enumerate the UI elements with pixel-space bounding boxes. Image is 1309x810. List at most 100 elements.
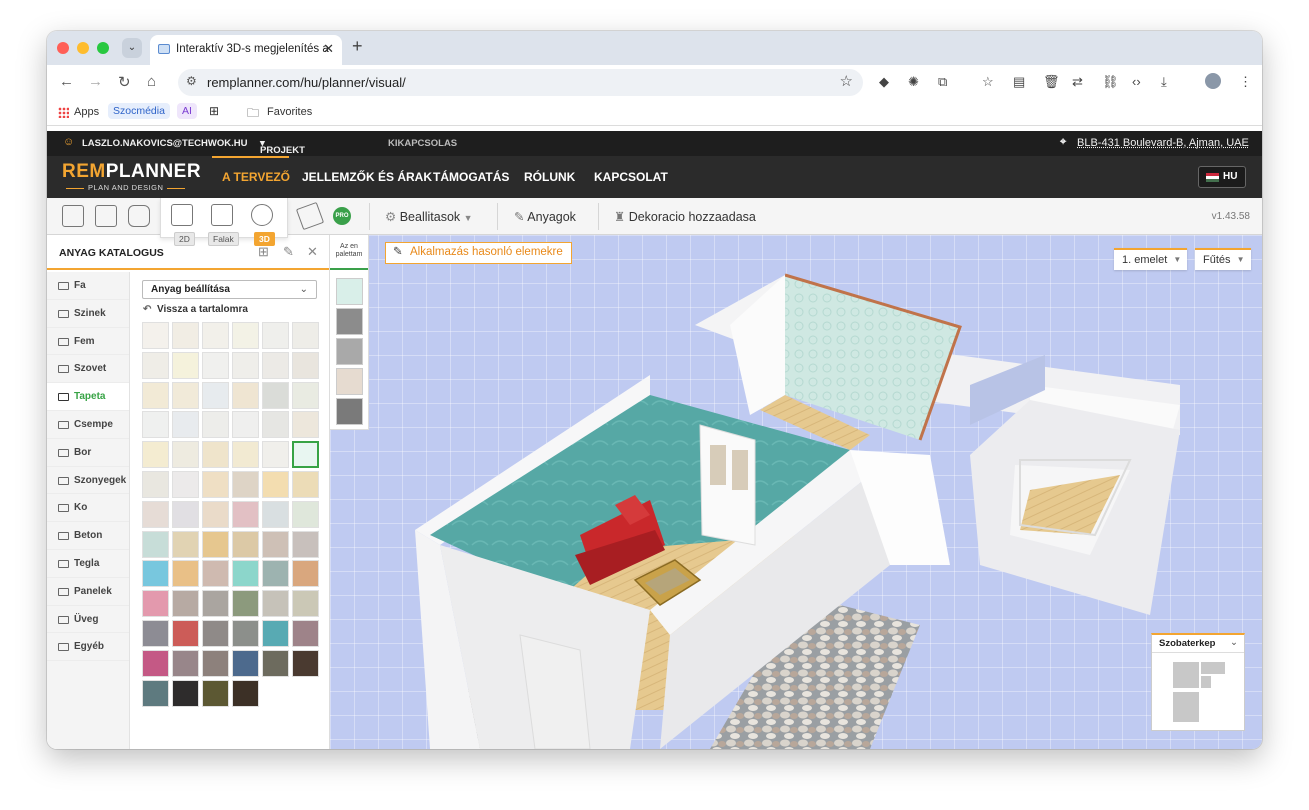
material-swatch[interactable] [202,649,229,677]
bookmark-chip-ai[interactable]: AI [177,103,197,119]
minimap-header[interactable]: Szobaterkep ⌄ [1152,635,1244,653]
material-swatch[interactable] [142,381,169,409]
category-szonyegek[interactable]: Szonyegek [47,467,129,495]
home-icon[interactable]: ⌂ [147,73,156,90]
material-swatch[interactable] [202,560,229,588]
download-icon[interactable]: ⤓ [1161,74,1167,90]
tab-search-icon[interactable]: ⌄ [122,38,142,58]
material-swatch[interactable] [292,530,319,558]
reading-list-icon[interactable]: ▤ [1013,74,1025,90]
browser-tab[interactable]: Interaktív 3D-s megjelenítés a ✕ [150,35,342,65]
window-close-button[interactable] [57,42,69,54]
material-swatch[interactable] [262,649,289,677]
material-swatch[interactable] [202,590,229,618]
material-swatch[interactable] [232,530,259,558]
material-swatch[interactable] [142,530,169,558]
3d-viewport[interactable] [330,235,1262,749]
close-icon[interactable]: ✕ [307,244,318,260]
material-swatch[interactable] [142,560,169,588]
bookmark-apps[interactable]: Apps [74,106,99,118]
category-tegla[interactable]: Tegla [47,550,129,578]
material-swatch[interactable] [262,322,289,349]
material-swatch[interactable] [142,620,169,647]
bookmark-chip-szocmedia[interactable]: Szocmédia [108,103,170,119]
extension-icon[interactable]: ◆ [879,74,889,90]
material-swatch[interactable] [232,679,259,707]
material-swatch[interactable] [202,471,229,498]
material-swatch[interactable] [262,411,289,439]
pin-icon[interactable]: ✎ [283,244,294,260]
code-icon[interactable]: ‹› [1132,74,1141,89]
material-swatch[interactable] [172,381,199,409]
palette-swatch[interactable] [336,278,363,305]
measure-area-icon[interactable] [295,201,325,231]
material-swatch[interactable] [202,322,229,349]
view-2d-button[interactable]: 2D [174,232,195,246]
category-ko[interactable]: Ko [47,494,129,523]
tab-grid-icon[interactable]: ⊞ [209,104,219,118]
material-swatch[interactable] [262,500,289,528]
nav-jellemzok[interactable]: JELLEMZŐK ÉS ÁRAK [302,170,432,184]
back-to-content-link[interactable]: ↶ Vissza a tartalomra [143,304,248,315]
remplanner-logo[interactable]: REMPLANNER [62,161,201,183]
material-swatch[interactable] [202,441,229,469]
material-swatch[interactable] [262,560,289,588]
openai-extension-icon[interactable]: ✺ [908,74,919,90]
profile-avatar[interactable] [1205,73,1221,89]
material-swatch[interactable] [142,351,169,379]
nav-kapcsolat[interactable]: KAPCSOLAT [594,170,668,184]
palette-swatch[interactable] [336,368,363,395]
material-swatch[interactable] [232,322,259,349]
material-swatch[interactable] [232,351,259,379]
translate-icon[interactable]: ⇄ [1072,74,1083,90]
material-swatch[interactable] [232,441,259,469]
material-swatch[interactable] [202,351,229,379]
minimap-room[interactable] [1172,661,1200,689]
bookmark-favorites[interactable]: Favorites [267,106,312,118]
category-bor[interactable]: Bor [47,439,129,467]
material-swatch[interactable] [292,441,319,469]
category-tapeta[interactable]: Tapeta [47,383,129,411]
material-swatch[interactable] [142,649,169,677]
material-swatch[interactable] [202,381,229,409]
material-swatch[interactable] [232,471,259,498]
language-selector[interactable]: HU [1198,166,1246,188]
bookmarks-icon[interactable]: ☆ [982,74,994,90]
room-minimap[interactable]: Szobaterkep ⌄ [1151,633,1245,731]
material-swatch[interactable] [172,322,199,349]
material-swatch[interactable] [232,590,259,618]
minimap-room[interactable] [1200,661,1226,675]
address-text[interactable]: BLB-431 Boulevard-B, Ajman, UAE [1077,137,1249,149]
material-swatch[interactable] [172,620,199,647]
floorplan-2d-icon[interactable] [171,204,193,226]
material-swatch[interactable] [262,620,289,647]
save-icon[interactable] [62,205,84,227]
material-swatch[interactable] [292,471,319,498]
project-selector[interactable]: PROJEKT №1532316 ▾ [260,138,308,167]
material-swatch[interactable] [262,471,289,498]
pro-badge[interactable]: PRO [333,207,351,225]
grid-view-icon[interactable]: ⊞ [258,244,269,260]
site-settings-icon[interactable]: ⚙ [186,74,197,88]
material-swatch[interactable] [292,500,319,528]
material-swatch[interactable] [142,471,169,498]
material-swatch[interactable] [202,530,229,558]
material-swatch[interactable] [172,500,199,528]
3d-scene[interactable] [330,235,1262,749]
material-swatch[interactable] [172,411,199,439]
category-panelek[interactable]: Panelek [47,578,129,606]
nav-tervezo[interactable]: A TERVEZŐ [222,170,290,184]
view-3d-icon[interactable] [251,204,273,226]
reload-icon[interactable]: ↻ [118,73,131,91]
category-egyéb[interactable]: Egyéb [47,633,129,662]
material-swatch[interactable] [262,530,289,558]
material-swatch[interactable] [262,590,289,618]
logout-link[interactable]: KIKAPCSOLAS [388,138,457,149]
material-swatch[interactable] [172,530,199,558]
material-swatch[interactable] [232,500,259,528]
category-üveg[interactable]: Üveg [47,606,129,634]
apply-similar-button[interactable]: ✎ Alkalmazás hasonló elemekre [385,242,572,264]
material-swatch[interactable] [202,500,229,528]
material-swatch[interactable] [232,560,259,588]
minimap-room[interactable] [1200,675,1212,689]
